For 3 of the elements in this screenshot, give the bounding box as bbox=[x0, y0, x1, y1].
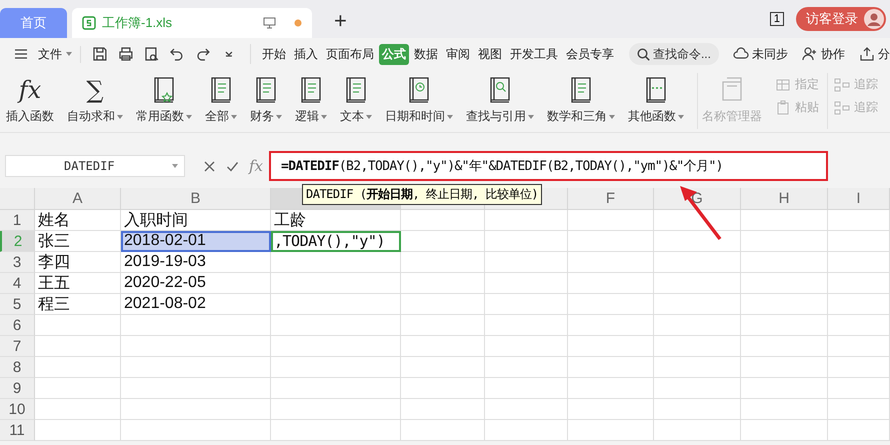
function-icon: ∑ bbox=[86, 76, 104, 104]
function-tooltip: DATEDIF (开始日期, 终止日期, 比较单位) bbox=[302, 184, 542, 205]
function-icon: fx bbox=[18, 76, 42, 104]
